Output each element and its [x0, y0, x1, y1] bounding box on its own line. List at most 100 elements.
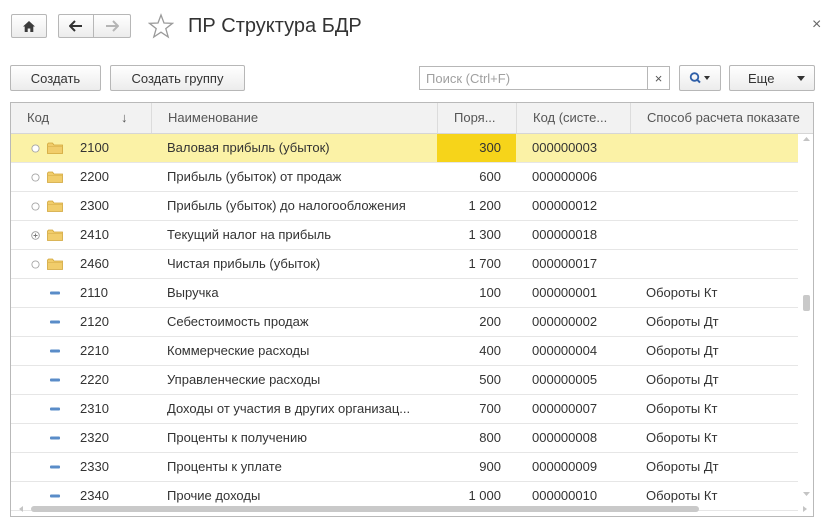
- create-button[interactable]: Создать: [10, 65, 101, 91]
- table-row[interactable]: 2330 Проценты к уплате 900 000000009 Обороты…: [11, 453, 798, 482]
- folder-icon: [47, 171, 63, 183]
- cell-system-code: 000000003: [532, 140, 598, 155]
- scroll-down-icon: [803, 492, 810, 496]
- table-row[interactable]: 2460 Чистая прибыль (убыток) 1 700 00000001…: [11, 250, 798, 279]
- more-label: Еще: [748, 70, 775, 86]
- create-group-button[interactable]: Создать группу: [110, 65, 245, 91]
- home-button[interactable]: [11, 14, 47, 38]
- cell-name: Управленческие расходы: [167, 372, 321, 387]
- more-button[interactable]: Еще: [729, 65, 815, 91]
- table-row[interactable]: 2410 Текущий налог на прибыль 1 300 0000000…: [11, 221, 798, 250]
- horizontal-scroll-thumb[interactable]: [31, 506, 699, 512]
- vertical-scrollbar[interactable]: [800, 133, 813, 503]
- star-icon[interactable]: [148, 13, 174, 39]
- cell-name: Чистая прибыль (убыток): [167, 256, 321, 271]
- group-marker-icon[interactable]: [31, 260, 40, 269]
- cell-order: 700: [479, 401, 501, 416]
- cell-system-code: 000000005: [532, 372, 598, 387]
- arrow-right-icon: [106, 20, 119, 32]
- table-row[interactable]: 2320 Проценты к получению 800 000000008 Обор…: [11, 424, 798, 453]
- folder-icon: [47, 229, 63, 241]
- item-dash-icon: [50, 436, 60, 440]
- column-header-code[interactable]: Код: [11, 103, 151, 133]
- table-row[interactable]: 2210 Коммерческие расходы 400 000000004 Обор…: [11, 337, 798, 366]
- cell-name: Доходы от участия в других организац...: [167, 401, 411, 416]
- back-button[interactable]: [58, 14, 94, 38]
- column-header-order[interactable]: Поря...: [437, 103, 516, 133]
- horizontal-scrollbar[interactable]: [19, 505, 807, 513]
- table-row[interactable]: 2120 Себестоимость продаж 200 000000002 Обор…: [11, 308, 798, 337]
- cell-code: 2330: [80, 459, 109, 474]
- cell-order: 600: [479, 169, 501, 184]
- group-marker-icon[interactable]: [31, 202, 40, 211]
- cell-name: Коммерческие расходы: [167, 343, 310, 358]
- cell-code: 2320: [80, 430, 109, 445]
- cell-code: 2220: [80, 372, 109, 387]
- column-header-system-code[interactable]: Код (систе...: [516, 103, 630, 133]
- cell-order: 1 200: [468, 198, 501, 213]
- cell-code: 2460: [80, 256, 109, 271]
- cell-name: Валовая прибыль (убыток): [167, 140, 330, 155]
- item-dash-icon: [50, 349, 60, 353]
- folder-icon: [47, 200, 63, 212]
- cell-calculation-method: [646, 221, 796, 249]
- cell-calculation-method: [646, 134, 796, 162]
- table-row[interactable]: 2220 Управленческие расходы 500 000000005 Об…: [11, 366, 798, 395]
- cell-code: 2120: [80, 314, 109, 329]
- cell-order: 300: [437, 134, 516, 162]
- scroll-thumb[interactable]: [803, 295, 810, 311]
- cell-name: Текущий налог на прибыль: [167, 227, 332, 242]
- cell-calculation-method: [646, 250, 796, 278]
- column-header-name[interactable]: Наименование: [151, 103, 437, 133]
- cell-order: 100: [479, 285, 501, 300]
- cell-calculation-method: Обороты Дт: [646, 372, 719, 387]
- cell-system-code: 000000006: [532, 169, 598, 184]
- search-input[interactable]: [419, 66, 648, 90]
- table-row[interactable]: 2200 Прибыль (убыток) от продаж 600 0000000…: [11, 163, 798, 192]
- cell-system-code: 000000008: [532, 430, 598, 445]
- cell-name: Прибыль (убыток) от продаж: [167, 169, 342, 184]
- cell-system-code: 000000012: [532, 198, 598, 213]
- item-dash-icon: [50, 378, 60, 382]
- cell-system-code: 000000002: [532, 314, 598, 329]
- group-marker-icon[interactable]: [31, 173, 40, 182]
- arrow-left-icon: [69, 20, 82, 32]
- scroll-left-icon: [19, 506, 23, 512]
- cell-order: 500: [479, 372, 501, 387]
- table-row[interactable]: 2300 Прибыль (убыток) до налогообложения 1…: [11, 192, 798, 221]
- clear-icon: ×: [654, 70, 663, 86]
- folder-icon: [47, 258, 63, 270]
- cell-name: Выручка: [167, 285, 219, 300]
- forward-button[interactable]: [93, 14, 131, 38]
- expand-plus-icon[interactable]: [31, 231, 40, 240]
- sort-descending-icon: ↓: [121, 110, 128, 125]
- cell-name: Прибыль (убыток) до налогообложения: [167, 198, 406, 213]
- search-clear-button[interactable]: ×: [647, 66, 670, 90]
- cell-code: 2410: [80, 227, 109, 242]
- column-header-calculation-method[interactable]: Способ расчета показате...: [630, 103, 800, 133]
- cell-calculation-method: Обороты Кт: [646, 430, 718, 445]
- folder-icon: [47, 142, 63, 154]
- item-dash-icon: [50, 407, 60, 411]
- cell-system-code: 000000009: [532, 459, 598, 474]
- cell-calculation-method: Обороты Дт: [646, 314, 719, 329]
- scroll-up-icon: [803, 137, 810, 141]
- search-options-button[interactable]: [679, 65, 721, 91]
- cell-name: Проценты к уплате: [167, 459, 282, 474]
- table-row[interactable]: 2100 Валовая прибыль (убыток) 300 000000003: [11, 134, 798, 163]
- table-row[interactable]: 2310 Доходы от участия в других организац…: [11, 395, 798, 424]
- cell-system-code: 000000017: [532, 256, 598, 271]
- data-table: Код ↓ Наименование Поря... Код (систе...…: [10, 102, 814, 517]
- item-dash-icon: [50, 291, 60, 295]
- cell-code: 2110: [80, 285, 108, 300]
- table-row[interactable]: 2110 Выручка 100 000000001 Обороты Кт: [11, 279, 798, 308]
- cell-order: 800: [479, 430, 501, 445]
- close-icon[interactable]: ×: [812, 16, 821, 34]
- cell-system-code: 000000007: [532, 401, 598, 416]
- cell-code: 2300: [80, 198, 109, 213]
- cell-calculation-method: [646, 163, 796, 191]
- chevron-down-icon: [797, 76, 805, 81]
- cell-order: 1 300: [468, 227, 501, 242]
- item-dash-icon: [50, 320, 60, 324]
- group-marker-icon[interactable]: [31, 144, 40, 153]
